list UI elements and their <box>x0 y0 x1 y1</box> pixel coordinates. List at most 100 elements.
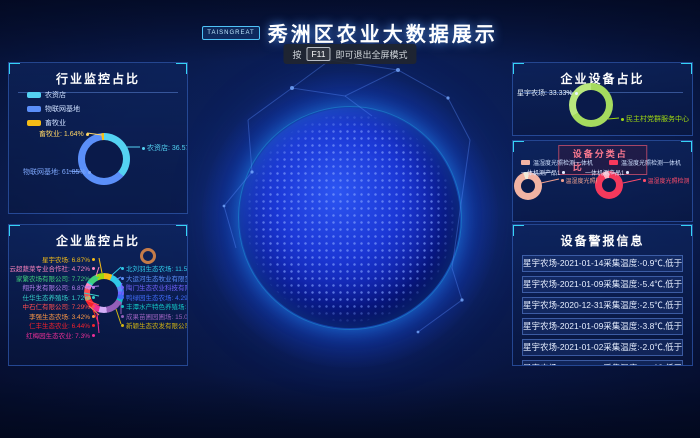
legend-label: 农资店 <box>45 90 66 100</box>
label-dot <box>121 296 124 299</box>
label-text: 星宇农场: 33.33% <box>517 88 573 98</box>
legend-swatch <box>27 92 41 98</box>
legend-item[interactable]: 农资店 <box>27 90 80 100</box>
label-dot <box>86 133 89 136</box>
chart-label: 新颖生态农发有限公司: 6.87% <box>121 320 188 330</box>
label-text: 新颖生态农发有限公司: 6.87% <box>126 320 188 330</box>
chart-label: 物联网基地: 61.85% <box>23 167 91 177</box>
legend-label: 温湿度光照检测一体机 <box>533 158 593 167</box>
chart-label: 北刘羽生态农场: 11.56% <box>121 263 188 273</box>
chart-label: 星宇农场: 33.33% <box>517 88 578 98</box>
classification-legend-left[interactable]: 温湿度光照检测一体机 <box>521 158 593 167</box>
panel-device-ratio: 企业设备占比 星宇农场: 33.33% 民主村党群服务中心 <box>512 62 693 136</box>
label-text: 红梅园生态农业: 7.3% <box>26 330 90 340</box>
chart-label: 温湿度光照检测一 <box>561 176 597 185</box>
label-text: 一体机测产品1 <box>521 168 560 177</box>
chart-label: 畜牧业: 1.64% <box>39 129 89 139</box>
globe-visualization <box>240 108 460 328</box>
label-dot <box>121 324 124 327</box>
chart-label: 温湿度光照检测一 <box>643 176 689 185</box>
label-text: 北刘羽生态农场: 11.56% <box>126 263 188 273</box>
chart-label: 丰潭水产特色养殖场: 1. <box>121 301 188 311</box>
label-dot <box>621 118 624 121</box>
industry-legend: 农资店 物联网基地 畜牧业 <box>27 90 80 128</box>
label-dot <box>121 286 124 289</box>
label-text: 温湿度光照检测一 <box>566 176 598 185</box>
f11-keycap: F11 <box>306 47 330 61</box>
toast-prefix: 按 <box>292 48 301 61</box>
label-dot <box>92 334 95 337</box>
legend-swatch <box>27 120 41 126</box>
label-dot <box>92 315 95 318</box>
decor-orange-ring <box>140 248 156 264</box>
alarm-row: 星宇农场-2021-01-09采集温度:-5.4℃,低于下限:0℃ <box>522 276 683 293</box>
label-text: 仁丰生态农业: 6.44% <box>29 320 90 330</box>
label-text: 物联网基地: 61.85% <box>23 167 86 177</box>
panel-title: 行业监控占比 <box>9 63 187 87</box>
chart-label: 一体机测产品1 <box>585 168 629 177</box>
legend-label: 畜牧业 <box>45 118 66 128</box>
label-dot <box>121 305 124 308</box>
label-dot <box>562 171 565 174</box>
panel-device-alarms: 设备警报信息 星宇农场-2021-01-14采集温度:-0.9℃,低于下限:0℃… <box>512 224 693 366</box>
panel-enterprise-ratio: 企业监控占比 星宇农场: 6.87% 云超蔬菜专业合作社: 4.72% 家繁农场… <box>8 224 188 366</box>
label-text: 民主村党群服务中心 <box>626 114 689 124</box>
chart-label: 云超蔬菜专业合作社: 4.72% <box>9 263 95 273</box>
label-text: 温湿度光照检测一 <box>648 176 690 185</box>
classification-legend-right[interactable]: 温湿度光照检测一体机 <box>609 158 681 167</box>
label-text: 一体机测产品1 <box>585 168 624 177</box>
industry-donut-chart[interactable] <box>78 133 130 185</box>
label-dot <box>121 277 124 280</box>
toast-suffix: 即可退出全屏模式 <box>336 48 408 61</box>
panel-title: 企业监控占比 <box>9 225 187 249</box>
label-dot <box>92 286 95 289</box>
chart-label: 一体机测产品1 <box>521 168 565 177</box>
chart-label: 仁丰生态农业: 6.44% <box>29 320 95 330</box>
label-dot <box>92 305 95 308</box>
legend-swatch <box>609 160 618 165</box>
label-text: 中石仁有限公司: 7.29% <box>22 301 90 311</box>
legend-swatch <box>521 160 530 165</box>
panel-title: 设备警报信息 <box>513 225 692 255</box>
header: TAISNGREAT 秀洲区农业大数据展示 <box>0 18 700 47</box>
alarm-row: 星宇农场-2021-01-14采集温度:-0.9℃,低于下限:0℃ <box>522 255 683 272</box>
label-dot <box>88 171 91 174</box>
label-dot <box>121 315 124 318</box>
legend-item[interactable]: 物联网基地 <box>27 104 80 114</box>
donut-hole <box>602 178 616 192</box>
label-dot <box>92 296 95 299</box>
legend-swatch <box>27 106 41 112</box>
label-text: 农资店: 36.57% <box>147 143 188 153</box>
label-dot <box>643 179 646 182</box>
legend-item[interactable]: 畜牧业 <box>27 118 80 128</box>
chart-label: 翔升发有限公司: 6.87% <box>22 282 95 292</box>
dashboard-screen: TAISNGREAT 秀洲区农业大数据展示 按 F11 即可退出全屏模式 行业监… <box>0 0 700 438</box>
donut-hole <box>576 90 606 120</box>
label-text: 翔升发有限公司: 6.87% <box>22 282 90 292</box>
legend-label: 温湿度光照检测一体机 <box>621 158 681 167</box>
chart-label: 农资店: 36.57% <box>142 143 188 153</box>
label-dot <box>121 267 124 270</box>
chart-label: 民主村党群服务中心 <box>621 114 689 124</box>
alarm-row: 星宇农场-2020-12-31采集温度:-2.5℃,低于下限:0℃ <box>522 297 683 314</box>
panel-title: 企业设备占比 <box>513 63 692 87</box>
panel-device-classification: 设备分类占比 温湿度光照检测一体机 温湿度光照检测一体机 一体机测产品1 温湿度… <box>512 140 693 222</box>
label-dot <box>142 147 145 150</box>
panel-industry-ratio: 行业监控占比 农资店 物联网基地 畜牧业 畜牧业: 1.64% <box>8 62 188 214</box>
alarm-row: 星宇农场-2021-01-02采集温度:-2.0℃,低于下限:0℃ <box>522 339 683 356</box>
globe-rim-glow <box>238 106 462 330</box>
donut-hole <box>85 140 123 178</box>
label-dot <box>92 324 95 327</box>
label-dot <box>92 277 95 280</box>
chart-label: 红梅园生态农业: 7.3% <box>26 330 95 340</box>
label-dot <box>92 267 95 270</box>
page-title: 秀洲区农业大数据展示 <box>268 18 498 47</box>
chart-label: 陶门生态农业科技有限公 <box>121 282 188 292</box>
alarm-row: 星宇农场-2021-01-09采集温度:-3.8℃,低于下限:0℃ <box>522 318 683 335</box>
donut-hole <box>521 179 535 193</box>
fullscreen-exit-toast: 按 F11 即可退出全屏模式 <box>283 44 416 64</box>
legend-label: 物联网基地 <box>45 104 80 114</box>
label-dot <box>575 92 578 95</box>
label-dot <box>92 258 95 261</box>
chart-label: 中石仁有限公司: 7.29% <box>22 301 95 311</box>
